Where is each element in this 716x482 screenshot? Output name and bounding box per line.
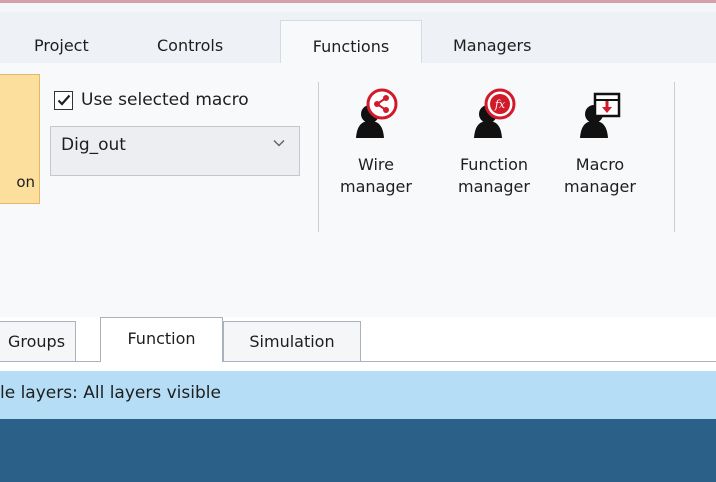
partial-ribbon-button[interactable]: on	[0, 74, 40, 204]
tab-functions[interactable]: Functions	[280, 20, 422, 64]
function-manager-label-line2: manager	[458, 177, 530, 196]
window-top-strip	[0, 0, 716, 12]
tab-simulation[interactable]: Simulation	[223, 321, 361, 361]
wire-manager-button[interactable]: Wire manager	[338, 88, 414, 198]
function-manager-icon: fx	[474, 88, 516, 138]
partial-ribbon-button-label: on	[16, 173, 35, 191]
wire-manager-label-line1: Wire	[358, 155, 394, 174]
tab-function[interactable]: Function	[100, 317, 223, 362]
svg-text:fx: fx	[494, 98, 506, 111]
checkbox-box[interactable]	[54, 90, 73, 110]
function-manager-label: Function manager	[448, 154, 540, 198]
bottom-bar	[0, 419, 716, 482]
wire-manager-label-line2: manager	[340, 177, 412, 196]
macro-manager-label-line1: Macro	[575, 155, 625, 174]
layers-status-text: le layers: All layers visible	[0, 383, 221, 403]
wire-manager-icon	[356, 88, 398, 138]
function-manager-label-line1: Function	[459, 155, 529, 174]
use-selected-macro-label: Use selected macro	[81, 90, 249, 110]
macro-manager-label-line2: manager	[564, 177, 636, 196]
tab-groups[interactable]: Groups	[0, 321, 77, 361]
macro-manager-button[interactable]: Macro manager	[560, 88, 640, 198]
ribbon-separator	[318, 82, 319, 232]
function-manager-button[interactable]: fx Function manager	[448, 88, 540, 198]
ribbon-separator	[674, 82, 675, 232]
tab-project[interactable]: Project	[34, 20, 89, 64]
macro-manager-label: Macro manager	[560, 154, 640, 198]
wire-manager-label: Wire manager	[338, 154, 414, 198]
document-tab-bar: Groups Function Simulation	[0, 317, 716, 363]
macro-select[interactable]: Dig_out	[50, 126, 300, 176]
toolbar-strip	[0, 249, 716, 317]
layers-status-bar: le layers: All layers visible	[0, 371, 716, 419]
tab-managers[interactable]: Managers	[453, 20, 531, 64]
chevron-down-icon	[273, 139, 285, 147]
macro-manager-icon	[580, 92, 621, 138]
use-selected-macro-checkbox[interactable]: Use selected macro	[54, 88, 249, 112]
checkmark-icon	[57, 94, 70, 106]
macro-select-value: Dig_out	[61, 135, 126, 155]
tab-controls[interactable]: Controls	[157, 20, 223, 64]
